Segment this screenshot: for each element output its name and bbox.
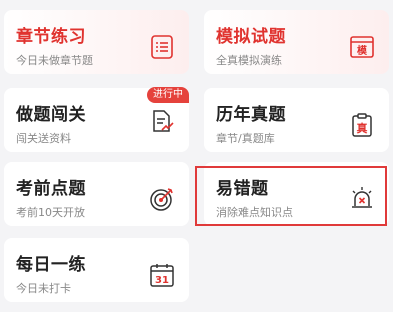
card-title: 做题闯关 [16,105,86,125]
card-error-prone[interactable]: 易错题 消除难点知识点 [204,162,389,226]
card-subtitle: 今日未打卡 [16,282,71,295]
card-title: 历年真题 [216,105,286,125]
card-title: 模拟试题 [216,27,286,47]
card-title: 易错题 [216,179,269,199]
card-title: 每日一练 [16,255,86,275]
clipboard-icon: 真 [352,113,372,137]
target-icon [150,188,173,211]
card-subtitle: 考前10天开放 [16,206,85,219]
card-mock-exam[interactable]: 模拟试题 全真模拟演练 模 [204,10,389,74]
card-subtitle: 章节/真题库 [216,132,275,145]
card-title: 考前点题 [16,179,86,199]
card-pre-exam-tips[interactable]: 考前点题 考前10天开放 [4,162,189,226]
card-chapter-practice[interactable]: 章节练习 今日未做章节题 [4,10,189,74]
icon-glyph: 模 [357,44,368,57]
alarm-icon [352,187,372,208]
mock-exam-icon: 模 [350,36,374,58]
card-daily-practice[interactable]: 每日一练 今日未打卡 31 [4,238,189,302]
icon-glyph: 31 [155,275,169,286]
calendar-icon: 31 [150,264,174,287]
card-subtitle: 消除难点知识点 [216,206,293,219]
card-title: 章节练习 [16,27,86,47]
card-past-exams[interactable]: 历年真题 章节/真题库 真 [204,88,389,152]
card-subtitle: 闯关送资料 [16,132,71,145]
card-challenge[interactable]: 做题闯关 闯关送资料 进行中 [4,87,189,152]
card-subtitle: 全真模拟演练 [216,54,282,67]
card-subtitle: 今日未做章节题 [16,54,93,67]
icon-glyph: 真 [357,121,368,135]
status-badge: 进行中 [147,87,189,103]
doc-trend-icon [153,110,174,132]
list-doc-icon [151,35,173,59]
